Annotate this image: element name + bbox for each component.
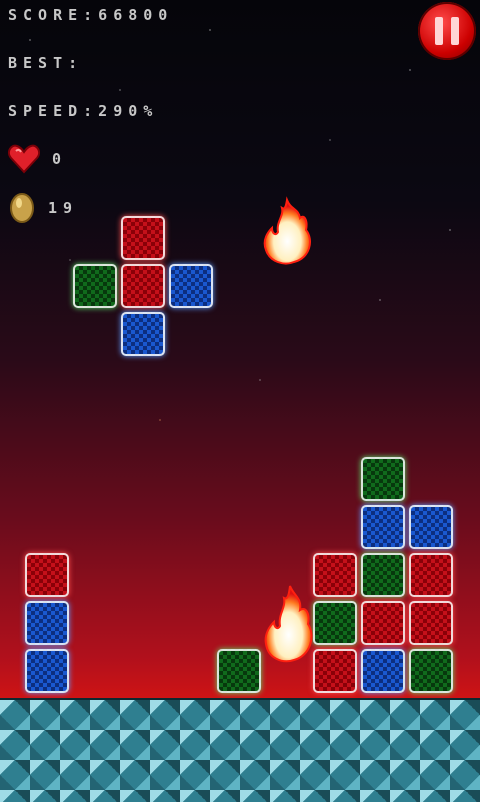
speed-label: SPEED:290% bbox=[8, 102, 159, 120]
stack-block-red bbox=[25, 553, 69, 597]
stack-block-blue bbox=[25, 649, 69, 693]
coins-row: 19 bbox=[8, 192, 78, 224]
pause-button[interactable] bbox=[418, 2, 476, 60]
stack-block-blue bbox=[361, 649, 405, 693]
coin-icon bbox=[10, 193, 34, 223]
stack-block-red bbox=[409, 553, 453, 597]
stack-block-red bbox=[361, 601, 405, 645]
coin-count: 19 bbox=[48, 199, 79, 217]
pause-icon bbox=[451, 17, 459, 45]
falling-block-red bbox=[121, 264, 165, 308]
stack-block-red bbox=[409, 601, 453, 645]
stack-block-green bbox=[217, 649, 261, 693]
falling-block-red bbox=[121, 216, 165, 260]
falling-block-green bbox=[73, 264, 117, 308]
falling-block-blue bbox=[121, 312, 165, 356]
stack-block-red bbox=[313, 553, 357, 597]
stack-block-green bbox=[313, 601, 357, 645]
fireball-icon bbox=[264, 584, 313, 663]
stack-block-blue bbox=[409, 505, 453, 549]
fireball-icon bbox=[263, 196, 311, 265]
falling-block-blue bbox=[169, 264, 213, 308]
heart-icon bbox=[8, 144, 40, 174]
lives-row: 0 bbox=[8, 144, 67, 174]
stack-block-green bbox=[361, 553, 405, 597]
stack-block-blue bbox=[361, 505, 405, 549]
studded-floor bbox=[0, 698, 480, 802]
stack-block-red bbox=[313, 649, 357, 693]
score-label: SCORE:66800 bbox=[8, 6, 174, 24]
stack-block-green bbox=[361, 457, 405, 501]
lives-count: 0 bbox=[52, 150, 68, 168]
pause-icon bbox=[435, 17, 443, 45]
stack-block-blue bbox=[25, 601, 69, 645]
best-label: BEST: bbox=[8, 54, 84, 72]
stack-block-green bbox=[409, 649, 453, 693]
